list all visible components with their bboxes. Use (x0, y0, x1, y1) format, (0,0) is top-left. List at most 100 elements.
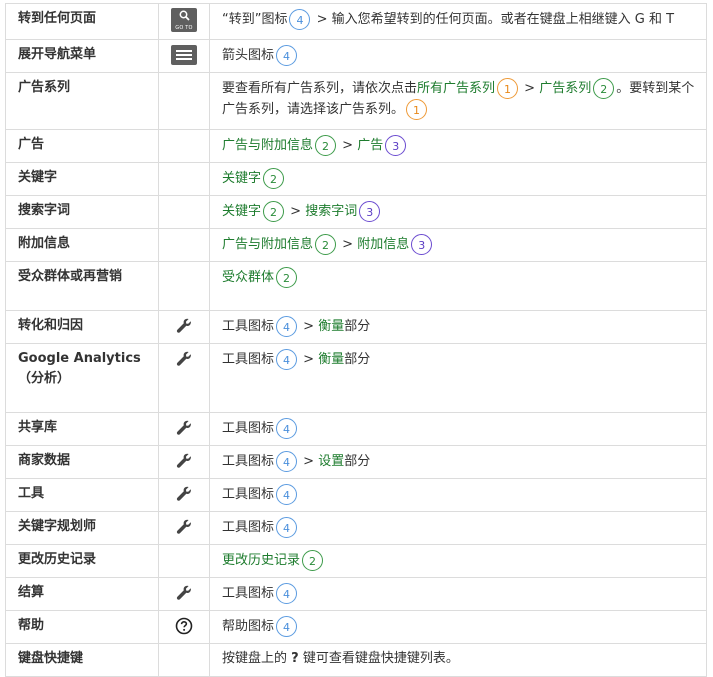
step-badge: 4 (276, 517, 298, 538)
step-badge: 4 (276, 349, 298, 370)
row-label: 关键字规划师 (5, 511, 159, 545)
step-badge: 4 (276, 616, 298, 637)
row-label: 广告 (5, 129, 159, 163)
table-row: 结算 工具图标 4 (5, 577, 707, 611)
step-badge: 2 (302, 550, 324, 571)
table-row: 转化和归因 工具图标 4 > 衡量部分 (5, 310, 707, 344)
link-all-campaigns[interactable]: 所有广告系列 (417, 81, 495, 96)
table-row: 更改历史记录 更改历史记录 2 (5, 544, 707, 578)
link-measurement[interactable]: 衡量 (318, 352, 344, 367)
table-row: 共享库 工具图标 4 (5, 412, 707, 446)
row-description: 要查看所有广告系列，请依次点击所有广告系列 1 > 广告系列 2 。要转到某个广告系列… (209, 72, 707, 130)
table-row: 转到任何页面 GO TO “转到”图标 4 > 输入您希望转到的任何页面。或者在键… (5, 3, 707, 40)
row-label: 关键字 (5, 162, 159, 196)
table-row: 关键字规划师 工具图标 4 (5, 511, 707, 545)
goto-icon-text: GO TO (175, 25, 193, 31)
row-label: Google Analytics（分析） (5, 343, 159, 413)
table-row: 帮助 帮助图标 4 (5, 610, 707, 644)
step-badge: 2 (593, 78, 615, 99)
row-description: 工具图标 4 > 衡量部分 (209, 310, 707, 344)
link-keywords[interactable]: 关键字 (222, 204, 261, 219)
row-description: 工具图标 4 (209, 577, 707, 611)
table-row: 键盘快捷键 按键盘上的 ? 键可查看键盘快捷键列表。 (5, 643, 707, 677)
row-label: 转到任何页面 (5, 3, 159, 40)
row-label: 商家数据 (5, 445, 159, 479)
link-change-history[interactable]: 更改历史记录 (222, 553, 300, 568)
table-row: 广告 广告与附加信息 2 > 广告 3 (5, 129, 707, 163)
step-badge: 2 (276, 267, 298, 288)
step-badge: 4 (276, 451, 298, 472)
step-badge: 4 (276, 418, 298, 439)
wrench-icon[interactable] (175, 317, 193, 342)
question-key: ? (291, 651, 299, 666)
step-badge: 2 (315, 234, 337, 255)
row-label: 更改历史记录 (5, 544, 159, 578)
step-badge: 2 (263, 168, 285, 189)
row-label: 附加信息 (5, 228, 159, 262)
wrench-icon[interactable] (175, 350, 193, 375)
table-row: 展开导航菜单 箭头图标 4 (5, 39, 707, 73)
row-description: “转到”图标 4 > 输入您希望转到的任何页面。或者在键盘上相继键入 G 和 T (209, 3, 707, 40)
step-badge: 4 (289, 9, 311, 30)
row-label: 广告系列 (5, 72, 159, 130)
table-row: 广告系列 要查看所有广告系列，请依次点击所有广告系列 1 > 广告系列 2 。要转到某… (5, 72, 707, 130)
row-description: 广告与附加信息 2 > 广告 3 (209, 129, 707, 163)
link-audiences[interactable]: 受众群体 (222, 270, 274, 285)
wrench-icon[interactable] (175, 518, 193, 543)
row-description: 关键字 2 (209, 162, 707, 196)
link-ads[interactable]: 广告 (357, 138, 383, 153)
step-badge: 4 (276, 45, 298, 66)
row-label: 键盘快捷键 (5, 643, 159, 677)
link-search-terms[interactable]: 搜索字词 (305, 204, 357, 219)
table-row: 工具 工具图标 4 (5, 478, 707, 512)
row-description: 工具图标 4 (209, 478, 707, 512)
row-label: 搜索字词 (5, 195, 159, 229)
step-badge: 3 (411, 234, 433, 255)
step-badge: 1 (406, 99, 428, 120)
table-row: 搜索字词 关键字 2 > 搜索字词 3 (5, 195, 707, 229)
table-row: 商家数据 工具图标 4 > 设置部分 (5, 445, 707, 479)
row-label: 共享库 (5, 412, 159, 446)
step-badge: 2 (315, 135, 337, 156)
step-badge: 4 (276, 316, 298, 337)
row-description: 工具图标 4 (209, 511, 707, 545)
table-row: Google Analytics（分析） 工具图标 4 > 衡量部分 (5, 343, 707, 413)
link-extensions[interactable]: 附加信息 (357, 237, 409, 252)
help-icon[interactable] (175, 617, 193, 642)
row-description: 受众群体 2 (209, 261, 707, 311)
row-label: 帮助 (5, 610, 159, 644)
row-label: 展开导航菜单 (5, 39, 159, 73)
step-badge: 3 (359, 201, 381, 222)
link-measurement[interactable]: 衡量 (318, 319, 344, 334)
link-ads-extensions[interactable]: 广告与附加信息 (222, 237, 313, 252)
wrench-icon[interactable] (175, 584, 193, 609)
step-badge: 3 (385, 135, 407, 156)
link-setup[interactable]: 设置 (318, 454, 344, 469)
link-ads-extensions[interactable]: 广告与附加信息 (222, 138, 313, 153)
link-keywords[interactable]: 关键字 (222, 171, 261, 186)
table-row: 受众群体或再营销 受众群体 2 (5, 261, 707, 311)
row-description: 广告与附加信息 2 > 附加信息 3 (209, 228, 707, 262)
row-label: 转化和归因 (5, 310, 159, 344)
goto-search-icon[interactable]: GO TO (171, 8, 197, 32)
row-label: 工具 (5, 478, 159, 512)
wrench-icon[interactable] (175, 452, 193, 477)
row-description: 工具图标 4 > 衡量部分 (209, 343, 707, 413)
wrench-icon[interactable] (175, 485, 193, 510)
menu-icon[interactable] (171, 45, 197, 65)
row-description: 工具图标 4 > 设置部分 (209, 445, 707, 479)
link-campaigns[interactable]: 广告系列 (539, 81, 591, 96)
row-description: 按键盘上的 ? 键可查看键盘快捷键列表。 (209, 643, 707, 677)
step-badge: 4 (276, 484, 298, 505)
row-description: 帮助图标 4 (209, 610, 707, 644)
navigation-shortcuts-table: 转到任何页面 GO TO “转到”图标 4 > 输入您希望转到的任何页面。或者在键… (5, 3, 707, 677)
row-label: 受众群体或再营销 (5, 261, 159, 311)
step-badge: 4 (276, 583, 298, 604)
row-description: 箭头图标 4 (209, 39, 707, 73)
row-label: 结算 (5, 577, 159, 611)
table-row: 关键字 关键字 2 (5, 162, 707, 196)
row-description: 关键字 2 > 搜索字词 3 (209, 195, 707, 229)
table-row: 附加信息 广告与附加信息 2 > 附加信息 3 (5, 228, 707, 262)
wrench-icon[interactable] (175, 419, 193, 444)
row-description: 工具图标 4 (209, 412, 707, 446)
